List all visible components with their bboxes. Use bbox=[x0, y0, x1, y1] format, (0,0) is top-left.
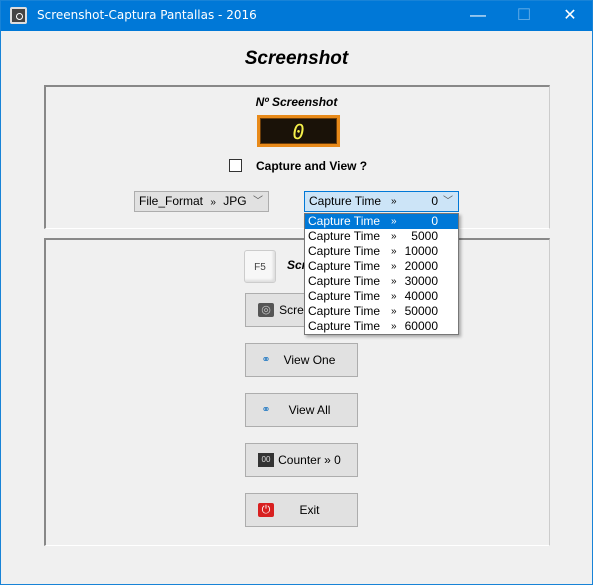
capture-time-select[interactable]: Capture Time » 0 ﹀ bbox=[304, 191, 459, 212]
button-label: View One bbox=[283, 353, 336, 367]
chevron-down-icon: ﹀ bbox=[443, 196, 453, 207]
capture-and-view-checkbox[interactable] bbox=[229, 159, 242, 172]
counter-value: 0 bbox=[260, 118, 337, 144]
capture-time-option[interactable]: Capture Time » 10000 bbox=[305, 244, 458, 259]
capture-time-option[interactable]: Capture Time » 30000 bbox=[305, 274, 458, 289]
chevron-down-icon: ﹀ bbox=[253, 196, 263, 207]
option-value: 30000 bbox=[404, 274, 438, 288]
view-all-button[interactable]: ⚭ View All bbox=[245, 393, 358, 427]
capture-time-option[interactable]: Capture Time » 60000 bbox=[305, 319, 458, 334]
option-value: 5000 bbox=[411, 229, 438, 243]
separator: » bbox=[391, 321, 397, 332]
file-format-value: JPG bbox=[223, 194, 247, 208]
capture-time-option[interactable]: Capture Time » 20000 bbox=[305, 259, 458, 274]
exit-button[interactable]: ⏻ Exit bbox=[245, 493, 358, 527]
separator: » bbox=[391, 196, 397, 207]
option-value: 60000 bbox=[404, 319, 438, 333]
separator: » bbox=[210, 197, 216, 208]
separator: » bbox=[391, 216, 397, 227]
app-icon bbox=[10, 7, 27, 24]
option-value: 10000 bbox=[404, 244, 438, 258]
separator: » bbox=[391, 231, 397, 242]
maximize-button[interactable]: ☐ bbox=[501, 1, 547, 31]
option-label: Capture Time bbox=[308, 229, 381, 243]
button-label: Exit bbox=[299, 503, 320, 517]
capture-time-label: Capture Time bbox=[309, 194, 382, 208]
option-label: Capture Time bbox=[308, 319, 381, 333]
minimize-button[interactable]: — bbox=[455, 1, 501, 31]
separator: » bbox=[391, 261, 397, 272]
capture-time-value: 0 bbox=[431, 194, 438, 208]
view-one-button[interactable]: ⚭ View One bbox=[245, 343, 358, 377]
file-format-label: File_Format bbox=[139, 194, 204, 208]
counter-display: 0 bbox=[257, 115, 340, 147]
option-label: Capture Time bbox=[308, 304, 381, 318]
option-label: Capture Time bbox=[308, 214, 381, 228]
capture-and-view-label: Capture and View ? bbox=[256, 159, 368, 173]
close-button[interactable]: ✕ bbox=[547, 1, 593, 31]
title-bar: Screenshot-Captura Pantallas - 2016 — ☐ … bbox=[1, 1, 592, 31]
capture-time-option[interactable]: Capture Time » 0 bbox=[305, 214, 458, 229]
separator: » bbox=[391, 276, 397, 287]
separator: » bbox=[391, 246, 397, 257]
capture-time-option[interactable]: Capture Time » 5000 bbox=[305, 229, 458, 244]
window-title: Screenshot-Captura Pantallas - 2016 bbox=[37, 8, 257, 22]
separator: » bbox=[391, 306, 397, 317]
option-value: 40000 bbox=[404, 289, 438, 303]
button-label: View All bbox=[288, 403, 331, 417]
button-label: Counter » 0 bbox=[278, 453, 341, 467]
option-label: Capture Time bbox=[308, 259, 381, 273]
option-label: Capture Time bbox=[308, 244, 381, 258]
option-label: Capture Time bbox=[308, 289, 381, 303]
capture-time-dropdown: Capture Time» 0 Capture Time» 5000 Capture T… bbox=[304, 213, 459, 335]
separator: » bbox=[391, 291, 397, 302]
option-value: 0 bbox=[431, 214, 438, 228]
counter-label: Nº Screenshot bbox=[255, 95, 338, 109]
option-label: Capture Time bbox=[308, 274, 381, 288]
capture-time-option[interactable]: Capture Time » 50000 bbox=[305, 304, 458, 319]
option-value: 20000 bbox=[404, 259, 438, 273]
counter-button[interactable]: 00 Counter » 0 bbox=[245, 443, 358, 477]
option-value: 50000 bbox=[404, 304, 438, 318]
file-format-select[interactable]: File_Format » JPG ﹀ bbox=[134, 191, 269, 212]
f5-key-icon: F5 bbox=[244, 250, 276, 283]
capture-time-option[interactable]: Capture Time » 40000 bbox=[305, 289, 458, 304]
page-title: Screenshot bbox=[244, 48, 349, 69]
